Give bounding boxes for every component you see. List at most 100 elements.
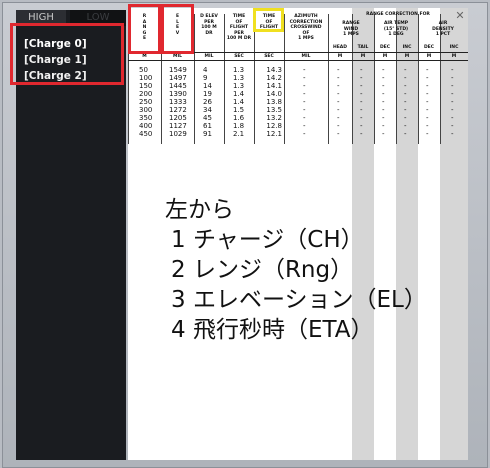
cell-tof: 12.8	[266, 122, 282, 130]
cell-dash: -	[360, 122, 363, 130]
grid-line	[254, 14, 255, 144]
cell-dash: -	[382, 114, 385, 122]
unit-range: M	[142, 54, 147, 59]
cell-dash: -	[404, 98, 407, 106]
subheader-tail: TAIL	[357, 45, 369, 50]
cell-range: 150	[139, 82, 153, 90]
subheader-inc1: INC	[402, 45, 412, 50]
cell-dash: -	[404, 66, 407, 74]
cell-dash: -	[360, 74, 363, 82]
cell-tof: 12.1	[266, 130, 282, 138]
cell-dash: -	[337, 106, 340, 114]
cell-tof-per: 1.4	[233, 90, 245, 98]
note-item-range: 2 レンジ（Rng）	[171, 257, 354, 283]
column-delev: 4 9 14 19 26 34 45 61 91	[203, 66, 223, 138]
cell-delev: 19	[203, 90, 212, 98]
charge-highlight-box	[10, 23, 124, 85]
cell-dash: -	[303, 98, 306, 106]
notes-heading: 左から	[165, 197, 234, 223]
cell-dash: -	[451, 90, 454, 98]
cell-delev: 4	[203, 66, 208, 74]
subheader-dec2: DEC	[423, 45, 435, 50]
cell-dash: -	[426, 122, 429, 130]
cell-dash: -	[337, 114, 340, 122]
cell-dash: -	[404, 90, 407, 98]
cell-dash: -	[360, 66, 363, 74]
cell-tof: 13.5	[266, 106, 282, 114]
cell-dash: -	[426, 114, 429, 122]
cell-range: 300	[139, 106, 153, 114]
cell-dash: -	[337, 66, 340, 74]
cell-elev: 1333	[169, 98, 187, 106]
cell-dash: -	[360, 82, 363, 90]
unit-inc1: M	[404, 54, 410, 59]
cell-dash: -	[360, 114, 363, 122]
cell-tof-per: 1.5	[233, 106, 245, 114]
cell-range: 250	[139, 98, 153, 106]
cell-dash: -	[426, 90, 429, 98]
cell-dash: -	[451, 74, 454, 82]
cell-tof: 13.2	[266, 114, 282, 122]
cell-dash: -	[382, 66, 385, 74]
cell-dash: -	[360, 130, 363, 138]
subheader-dec1: DEC	[379, 45, 391, 50]
unit-head: M	[337, 54, 343, 59]
cell-dash: -	[303, 114, 306, 122]
cell-range: 350	[139, 114, 153, 122]
cell-tof: 13.8	[266, 98, 282, 106]
cell-elev: 1205	[169, 114, 187, 122]
header-delev: D ELEV PER 100 M DR	[200, 14, 218, 36]
cell-range: 100	[139, 74, 153, 82]
cell-dash: -	[451, 66, 454, 74]
subheader-inc2: INC	[449, 45, 459, 50]
column-dec2: ---------	[426, 66, 436, 138]
cell-dash: -	[303, 130, 306, 138]
cell-dash: -	[303, 82, 306, 90]
cell-elev: 1445	[169, 82, 187, 90]
column-range: 50 100 150 200 250 300 350 400 450	[139, 66, 161, 138]
cell-dash: -	[382, 82, 385, 90]
cell-dash: -	[426, 106, 429, 114]
cell-tof-per: 1.4	[233, 98, 245, 106]
grid-line	[128, 60, 468, 61]
cell-dash: -	[451, 122, 454, 130]
cell-tof: 14.2	[266, 74, 282, 82]
cell-dash: -	[303, 74, 306, 82]
cell-tof: 14.1	[266, 82, 282, 90]
cell-dash: -	[404, 114, 407, 122]
cell-delev: 9	[203, 74, 208, 82]
cell-tof-per: 1.6	[233, 114, 245, 122]
legend-notes: 左から 1 チャージ（CH） 2 レンジ（Rng） 3 エレベーション（EL） …	[165, 195, 427, 345]
cell-dash: -	[337, 90, 340, 98]
note-item-eta: 4 飛行秒時（ETA）	[171, 317, 374, 343]
cell-tof-per: 1.3	[233, 66, 245, 74]
unit-inc2: M	[451, 54, 457, 59]
elev-highlight-box	[161, 4, 194, 54]
cell-elev: 1272	[169, 106, 187, 114]
column-tail: ---------	[360, 66, 370, 138]
column-inc1: ---------	[404, 66, 414, 138]
cell-dash: -	[426, 66, 429, 74]
tof-highlight-box	[253, 8, 284, 32]
cell-dash: -	[451, 82, 454, 90]
header-azimuth: AZIMUTH CORRECTION CROSSWIND OF 1 MPS	[289, 14, 323, 41]
cell-dash: -	[382, 98, 385, 106]
cell-dash: -	[382, 122, 385, 130]
cell-dash: -	[337, 74, 340, 82]
cell-range: 200	[139, 90, 153, 98]
unit-delev: MIL	[204, 54, 214, 59]
header-air-temp: AIR TEMP (15° STD) 1 DEG	[383, 21, 409, 37]
header-range-wind: RANGE WIND 1 MPS	[342, 21, 360, 37]
cell-dash: -	[337, 122, 340, 130]
cell-tof-per: 1.3	[233, 82, 245, 90]
header-tof-per: TIME OF FLIGHT PER 100 M DR	[226, 14, 252, 41]
cell-dash: -	[360, 90, 363, 98]
cell-dash: -	[360, 106, 363, 114]
cell-dash: -	[360, 98, 363, 106]
header-air-density: AIR DENSITY 1 PCT	[432, 21, 454, 37]
column-dec1: ---------	[382, 66, 392, 138]
range-highlight-box	[128, 4, 161, 54]
cell-dash: -	[426, 130, 429, 138]
cell-dash: -	[404, 74, 407, 82]
cell-range: 450	[139, 130, 153, 138]
